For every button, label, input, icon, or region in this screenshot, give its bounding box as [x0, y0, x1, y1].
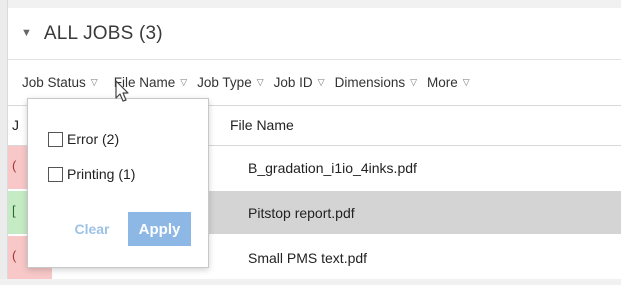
left-panel-edge	[0, 0, 8, 285]
chevron-down-icon: ▽	[410, 77, 418, 87]
file-name-cell: Pitstop report.pdf	[248, 204, 355, 221]
chevron-down-icon: ▽	[317, 77, 325, 87]
checkbox-error[interactable]	[48, 131, 63, 147]
all-jobs-header[interactable]: ▼ ALL JOBS (3)	[8, 8, 621, 60]
column-header-status[interactable]: J	[12, 117, 19, 133]
chevron-down-icon: ▽	[90, 77, 98, 87]
checkbox-printing[interactable]	[48, 166, 63, 182]
filter-label: Job Type	[197, 75, 252, 90]
window-top-edge	[0, 0, 621, 8]
filter-option-error[interactable]: Error (2)	[48, 131, 119, 147]
file-name-cell: Small PMS text.pdf	[248, 249, 368, 266]
column-header-file-name[interactable]: File Name	[230, 117, 294, 133]
option-label: Printing (1)	[67, 166, 136, 182]
clear-button[interactable]: Clear	[71, 217, 113, 241]
filter-label: Job ID	[273, 75, 313, 90]
filter-job-id[interactable]: Job ID ▽	[274, 75, 325, 90]
chevron-down-icon: ▽	[462, 77, 470, 87]
filter-dimensions[interactable]: Dimensions ▽	[335, 75, 417, 90]
apply-button[interactable]: Apply	[128, 212, 191, 246]
filter-label: Job Status	[22, 75, 86, 90]
mouse-pointer-icon	[115, 80, 129, 102]
job-status-filter-popup: Error (2) Printing (1) Clear Apply	[27, 98, 209, 268]
window-bottom-edge	[0, 279, 621, 285]
filter-more[interactable]: More ▽	[427, 75, 470, 90]
filter-label: More	[427, 75, 458, 90]
section-title: ALL JOBS (3)	[43, 22, 163, 44]
filter-job-status[interactable]: Job Status ▽	[22, 75, 98, 90]
chevron-down-icon: ▽	[180, 77, 188, 87]
option-label: Error (2)	[67, 131, 120, 147]
collapse-caret-icon[interactable]: ▼	[21, 28, 32, 39]
filter-option-printing[interactable]: Printing (1)	[48, 166, 135, 182]
filter-label: Dimensions	[334, 75, 406, 90]
chevron-down-icon: ▽	[256, 77, 264, 87]
file-name-cell: B_gradation_i1io_4inks.pdf	[248, 159, 417, 176]
filter-job-type[interactable]: Job Type ▽	[197, 75, 263, 90]
